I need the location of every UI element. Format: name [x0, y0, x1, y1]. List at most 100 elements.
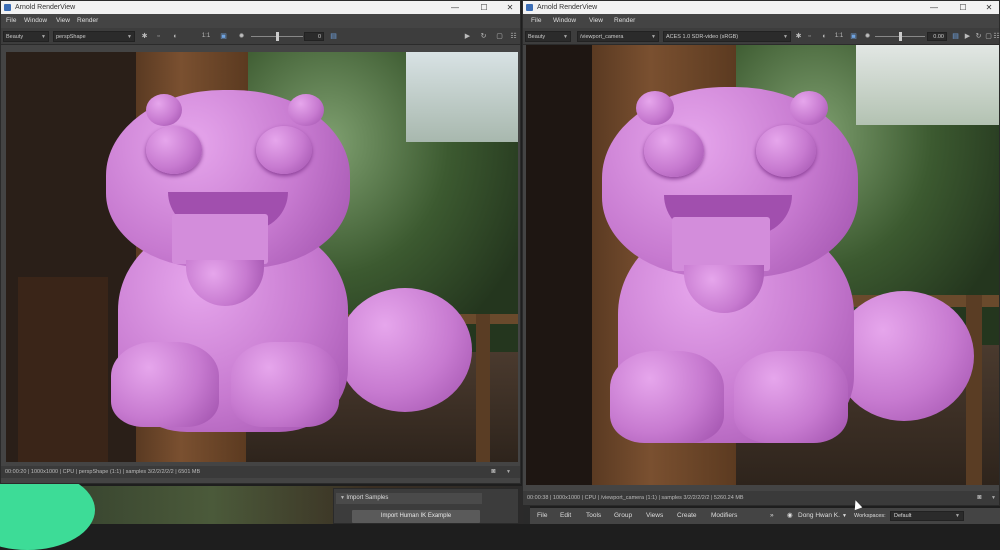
minimize-icon[interactable]: —: [925, 1, 943, 14]
overflow-chevron-icon[interactable]: »: [770, 508, 774, 524]
left-menu-view[interactable]: View: [56, 14, 70, 28]
left-exposure-knob[interactable]: [276, 32, 279, 41]
user-dropdown-icon: ▼: [842, 513, 847, 519]
chevron-down-icon: ▼: [651, 34, 656, 40]
right-menu-view[interactable]: View: [589, 14, 603, 28]
user-name[interactable]: Dong Hwan K.: [798, 508, 840, 524]
sculpture-ear-left: [636, 91, 674, 125]
right-aov-dropdown[interactable]: Beauty ▼: [525, 31, 571, 42]
snapshot-icon[interactable]: ▤: [329, 32, 338, 41]
left-camera-dropdown[interactable]: perspShape ▼: [53, 31, 135, 42]
right-exposure-field[interactable]: 0.00: [927, 32, 947, 41]
display-mode-icon[interactable]: ◐: [820, 32, 829, 41]
ratio-label[interactable]: 1:1: [832, 32, 846, 41]
chevron-down-icon: ▼: [127, 34, 132, 40]
left-render-viewport: [6, 52, 518, 462]
left-menu-file[interactable]: File: [6, 14, 16, 28]
view-transform-dropdown[interactable]: ACES 1.0 SDR-video (sRGB) ▼: [663, 31, 791, 42]
maya-menu-tools[interactable]: Tools: [586, 508, 601, 524]
chevron-down-icon: ▼: [41, 34, 46, 40]
sculpture-leg-left: [111, 342, 219, 427]
maya-menu-views[interactable]: Views: [646, 508, 663, 524]
close-icon[interactable]: ✕: [501, 1, 519, 14]
sky-patch: [406, 52, 518, 142]
right-renderview-window: Arnold RenderView — ☐ ✕ File Window View…: [522, 0, 1000, 506]
sculpture-leg-right: [734, 351, 848, 443]
left-aov-value: Beauty: [6, 34, 24, 40]
maya-menu-modifiers[interactable]: Modifiers: [711, 508, 737, 524]
maya-menu-file[interactable]: File: [537, 508, 547, 524]
stop-icon[interactable]: ▢: [495, 32, 504, 41]
right-menu-window[interactable]: Window: [553, 14, 576, 28]
right-aov-value: Beauty: [528, 34, 546, 40]
view-transform-value: ACES 1.0 SDR-video (sRGB): [666, 34, 739, 40]
left-aov-dropdown[interactable]: Beauty ▼: [3, 31, 49, 42]
workspaces-label: Workspaces:: [854, 513, 886, 519]
sculpture-ear-left: [146, 94, 182, 126]
exposure-icon[interactable]: ✹: [237, 32, 246, 41]
left-window-title: Arnold RenderView: [15, 4, 76, 11]
camera-icon[interactable]: ◙: [975, 494, 984, 502]
lock-icon[interactable]: ▫: [805, 32, 814, 41]
right-titlebar: Arnold RenderView — ☐ ✕: [523, 1, 999, 14]
render-settings-icon[interactable]: ✱: [140, 32, 149, 41]
maximize-icon[interactable]: ☐: [475, 1, 493, 14]
left-exposure-field[interactable]: 0: [304, 32, 324, 41]
crop-region-icon[interactable]: ▣: [219, 32, 228, 41]
right-menu-file[interactable]: File: [531, 14, 541, 28]
left-menu-render[interactable]: Render: [77, 14, 98, 28]
dark-interior: [526, 45, 596, 485]
sculpture-tail: [834, 291, 974, 421]
import-human-ik-button[interactable]: Import Human IK Example: [352, 510, 480, 523]
maya-menu-edit[interactable]: Edit: [560, 508, 571, 524]
options-icon[interactable]: ☷: [992, 32, 1000, 41]
sculpture-eye-left: [644, 125, 704, 177]
maya-menubar: File Edit Tools Group Views Create Modif…: [530, 508, 1000, 524]
close-icon[interactable]: ✕: [980, 1, 998, 14]
camera-icon[interactable]: ◙: [489, 468, 498, 476]
maximize-icon[interactable]: ☐: [954, 1, 972, 14]
workspace-dropdown[interactable]: Default ▼: [890, 511, 964, 521]
render-settings-icon[interactable]: ✱: [794, 32, 803, 41]
sculpture-plaque: [672, 217, 770, 271]
wooden-post: [476, 314, 490, 462]
exposure-icon[interactable]: ✹: [863, 32, 872, 41]
chevron-down-icon[interactable]: ▼: [504, 468, 513, 476]
right-camera-dropdown[interactable]: /viewport_camera ▼: [577, 31, 659, 42]
maya-menu-group[interactable]: Group: [614, 508, 632, 524]
play-icon[interactable]: ▶: [463, 32, 472, 41]
right-menu-render[interactable]: Render: [614, 14, 635, 28]
chevron-down-icon[interactable]: ▼: [989, 494, 998, 502]
crop-region-icon[interactable]: ▣: [849, 32, 858, 41]
left-renderview-window: Arnold RenderView — ☐ ✕ File Window View…: [0, 0, 521, 484]
left-menu-window[interactable]: Window: [24, 14, 47, 28]
play-icon[interactable]: ▶: [963, 32, 972, 41]
sculpture-eye-right: [256, 126, 312, 174]
snapshot-icon[interactable]: ▤: [951, 32, 960, 41]
import-samples-label: Import Samples: [346, 495, 389, 501]
display-mode-icon[interactable]: ◐: [171, 32, 180, 41]
sculpture-eye-right: [756, 125, 816, 177]
refresh-icon[interactable]: ↻: [974, 32, 983, 41]
minimize-icon[interactable]: —: [446, 1, 464, 14]
sculpture-leg-right: [231, 342, 339, 427]
right-exposure-knob[interactable]: [899, 32, 902, 41]
sculpture-plaque: [172, 214, 268, 264]
refresh-icon[interactable]: ↻: [479, 32, 488, 41]
sky-patch: [856, 45, 999, 125]
lock-icon[interactable]: ▫: [154, 32, 163, 41]
sculpture-leg-left: [610, 351, 724, 443]
chevron-down-icon: ▼: [563, 34, 568, 40]
ratio-label[interactable]: 1:1: [199, 32, 213, 41]
left-status-text: 00:00:20 | 1000x1000 | CPU | perspShape …: [5, 469, 201, 475]
right-window-title: Arnold RenderView: [537, 4, 598, 11]
right-toolbar: Beauty ▼ /viewport_camera ▼ ACES 1.0 SDR-v…: [523, 28, 1000, 45]
left-menubar: File Window View Render: [1, 14, 520, 28]
sculpture-eye-left: [146, 126, 202, 174]
right-render-viewport: [526, 45, 999, 485]
left-toolbar: Beauty ▼ perspShape ▼ ✱ ▫ ◐ 1:1 ▣ ✹ 0 ▤ ▶ …: [1, 28, 520, 45]
maya-menu-create[interactable]: Create: [677, 508, 697, 524]
chevron-down-icon: ▼: [955, 513, 960, 519]
import-samples-header[interactable]: ▼ Import Samples: [336, 493, 482, 504]
options-icon[interactable]: ☷: [509, 32, 518, 41]
